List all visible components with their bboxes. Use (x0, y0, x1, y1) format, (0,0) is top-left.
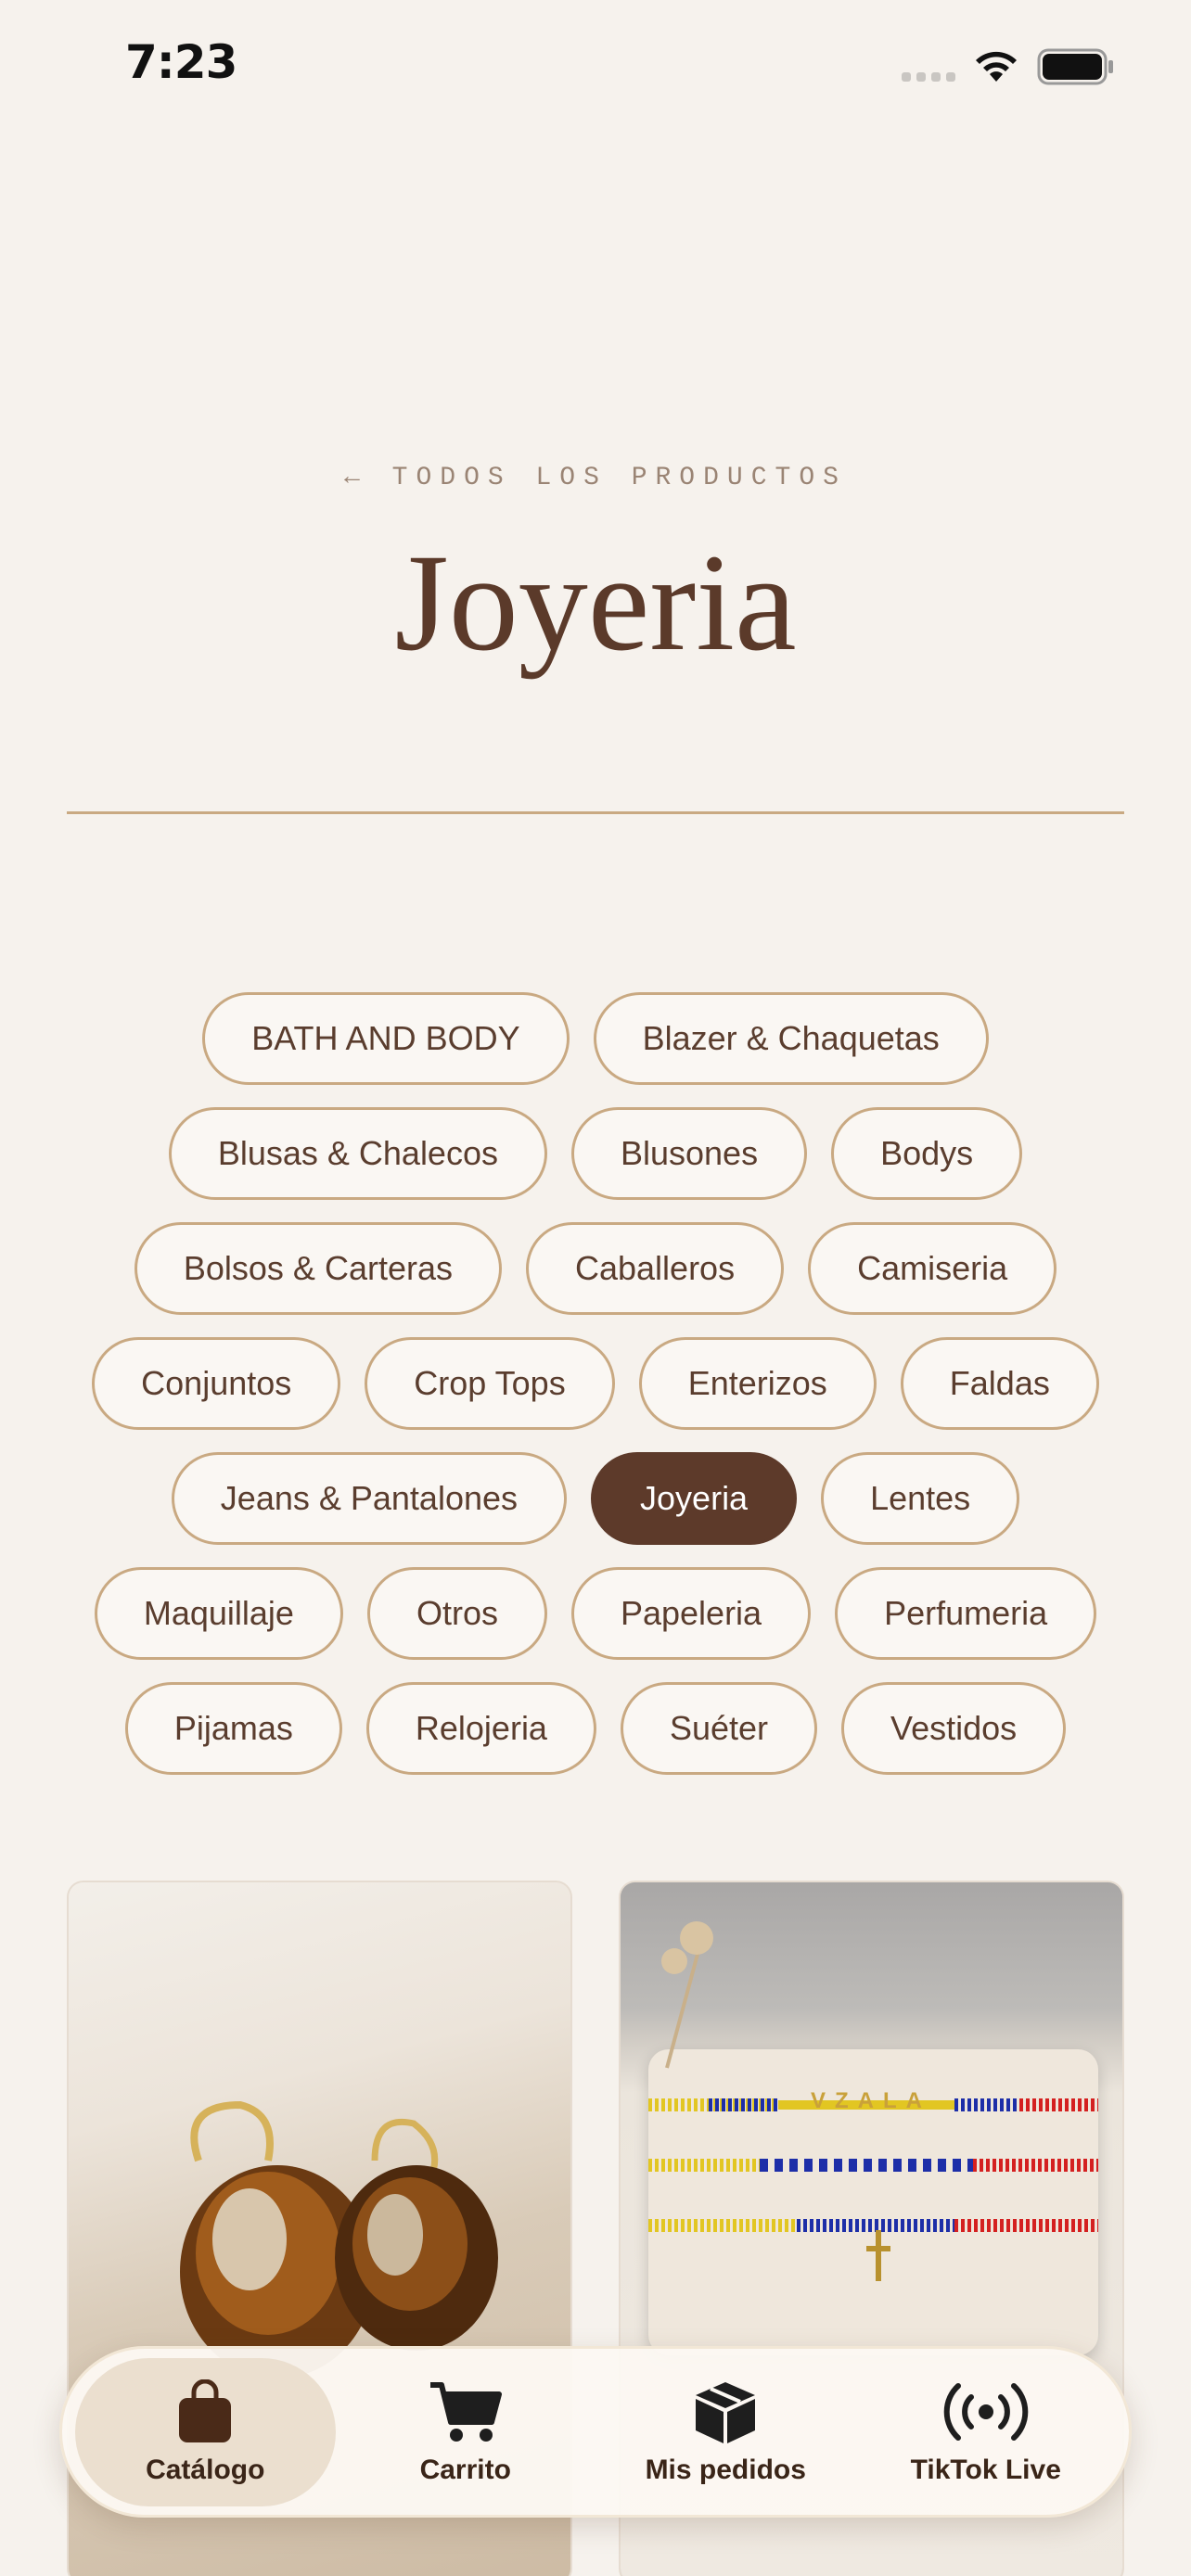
cellular-signal-icon (902, 72, 955, 82)
chip-row: Bolsos & Carteras Caballeros Camiseria (134, 1222, 1057, 1315)
category-chip[interactable]: Suéter (620, 1682, 818, 1775)
category-chip[interactable]: Papeleria (570, 1567, 812, 1660)
tab-catalogo[interactable]: Catálogo (75, 2357, 336, 2506)
category-chip[interactable]: Conjuntos (92, 1337, 341, 1430)
wifi-icon (976, 51, 1017, 82)
tab-label: Carrito (419, 2454, 511, 2485)
bottom-tab-bar: Catálogo Carrito Mis pedidos TikTok Live (59, 2346, 1132, 2518)
category-chip[interactable]: Bodys (831, 1107, 1023, 1200)
category-chip[interactable]: Crop Tops (365, 1337, 615, 1430)
battery-icon (1037, 48, 1113, 85)
category-chips: BATH AND BODY Blazer & Chaquetas Blusas … (67, 992, 1124, 1775)
category-chip[interactable]: Camiseria (808, 1222, 1057, 1315)
category-chip[interactable]: Lentes (821, 1452, 1020, 1545)
tab-label: TikTok Live (910, 2454, 1061, 2485)
tab-tiktok-live[interactable]: TikTok Live (856, 2358, 1117, 2506)
category-chip[interactable]: BATH AND BODY (202, 992, 570, 1085)
chip-row: Blusas & Chalecos Blusones Bodys (168, 1107, 1023, 1200)
category-chip[interactable]: Faldas (900, 1337, 1099, 1430)
chip-row: Maquillaje Otros Papeleria Perfumeria (94, 1567, 1097, 1660)
category-chip[interactable]: Perfumeria (835, 1567, 1097, 1660)
category-chip[interactable]: Blazer & Chaquetas (593, 992, 989, 1085)
header-divider (67, 811, 1124, 814)
status-time: 7:23 (125, 35, 237, 89)
category-chip[interactable]: Enterizos (638, 1337, 877, 1430)
shopping-bag-icon (175, 2378, 235, 2445)
category-chip[interactable]: Pijamas (124, 1682, 342, 1775)
status-bar: 7:23 (0, 0, 1191, 139)
category-chip[interactable]: Otros (366, 1567, 547, 1660)
tab-carrito[interactable]: Carrito (336, 2358, 596, 2506)
page-title: Joyeria (394, 526, 797, 680)
category-chip[interactable]: Relojeria (365, 1682, 596, 1775)
category-chip-selected[interactable]: Joyeria (591, 1452, 798, 1545)
category-chip[interactable]: Blusones (570, 1107, 808, 1200)
bracelet-bead-letters: VZALA (811, 2088, 931, 2113)
back-to-all-products-link[interactable]: ← TODOS LOS PRODUCTOS (0, 464, 1191, 492)
chip-row: Pijamas Relojeria Suéter Vestidos (124, 1682, 1067, 1775)
chip-row: Conjuntos Crop Tops Enterizos Faldas (92, 1337, 1099, 1430)
tab-label: Catálogo (146, 2454, 265, 2485)
tab-label: Mis pedidos (645, 2454, 806, 2485)
category-chip[interactable]: Vestidos (841, 1682, 1067, 1775)
category-chip[interactable]: Maquillaje (94, 1567, 343, 1660)
cart-icon (429, 2378, 503, 2445)
package-icon (692, 2378, 759, 2445)
chip-row: Jeans & Pantalones Joyeria Lentes (171, 1452, 1020, 1545)
category-chip[interactable]: Jeans & Pantalones (171, 1452, 568, 1545)
category-chip[interactable]: Bolsos & Carteras (134, 1222, 502, 1315)
broadcast-icon (943, 2378, 1029, 2445)
category-chip[interactable]: Blusas & Chalecos (168, 1107, 547, 1200)
tab-mis-pedidos[interactable]: Mis pedidos (596, 2358, 856, 2506)
category-chip[interactable]: Caballeros (525, 1222, 785, 1315)
chip-row: BATH AND BODY Blazer & Chaquetas (202, 992, 989, 1085)
